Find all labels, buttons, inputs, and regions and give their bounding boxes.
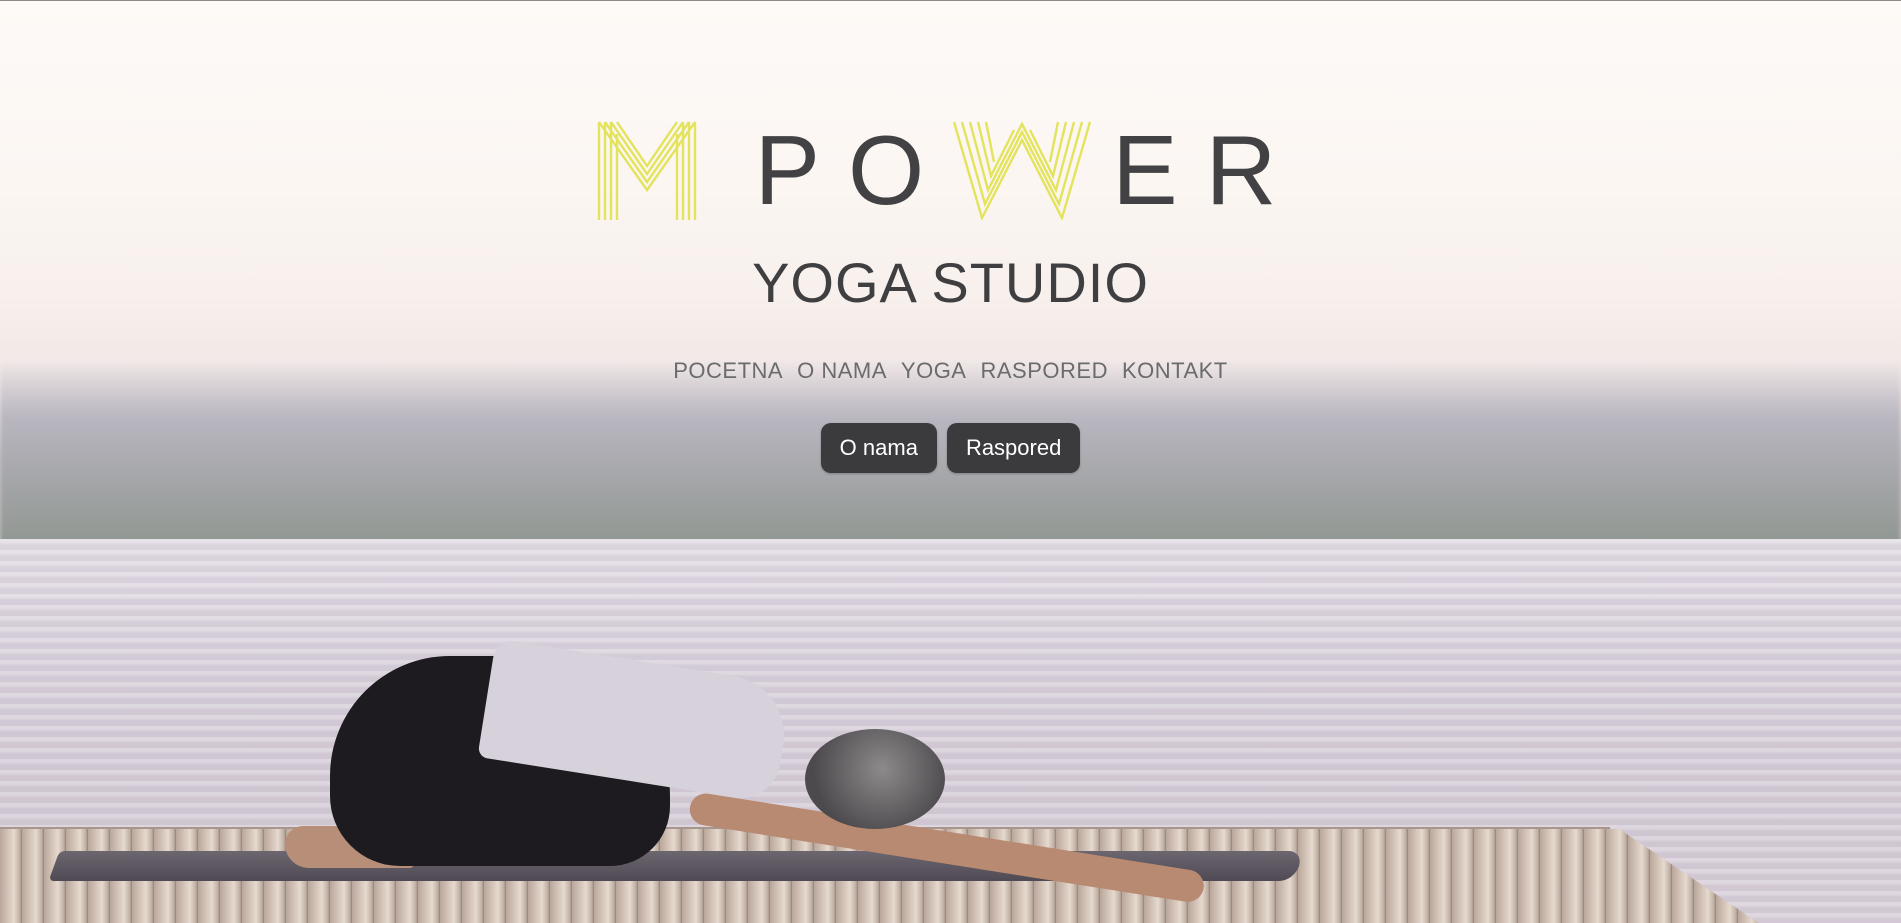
person-head xyxy=(805,729,945,829)
o-nama-button[interactable]: O nama xyxy=(820,423,937,473)
studio-subtitle: YOGA STUDIO xyxy=(752,251,1149,314)
nav-item-yoga[interactable]: YOGA xyxy=(901,358,967,384)
main-nav: POCETNA O NAMA YOGA RASPORED KONTAKT xyxy=(0,358,1901,384)
logo-m-icon xyxy=(597,121,696,220)
logo-text-po: PO xyxy=(754,115,953,225)
raspored-button[interactable]: Raspored xyxy=(946,423,1081,473)
logo-text-er: ER xyxy=(1112,115,1305,225)
logo-w-icon xyxy=(953,121,1092,220)
logo-row: PO ER xyxy=(597,120,1305,220)
nav-item-raspored[interactable]: RASPORED xyxy=(980,358,1107,384)
nav-item-pocetna[interactable]: POCETNA xyxy=(673,358,783,384)
nav-item-kontakt[interactable]: KONTAKT xyxy=(1122,358,1228,384)
hero-buttons: O nama Raspored xyxy=(0,423,1901,473)
nav-item-o-nama[interactable]: O NAMA xyxy=(797,358,887,384)
brand-logo[interactable]: PO ER xyxy=(0,110,1901,220)
